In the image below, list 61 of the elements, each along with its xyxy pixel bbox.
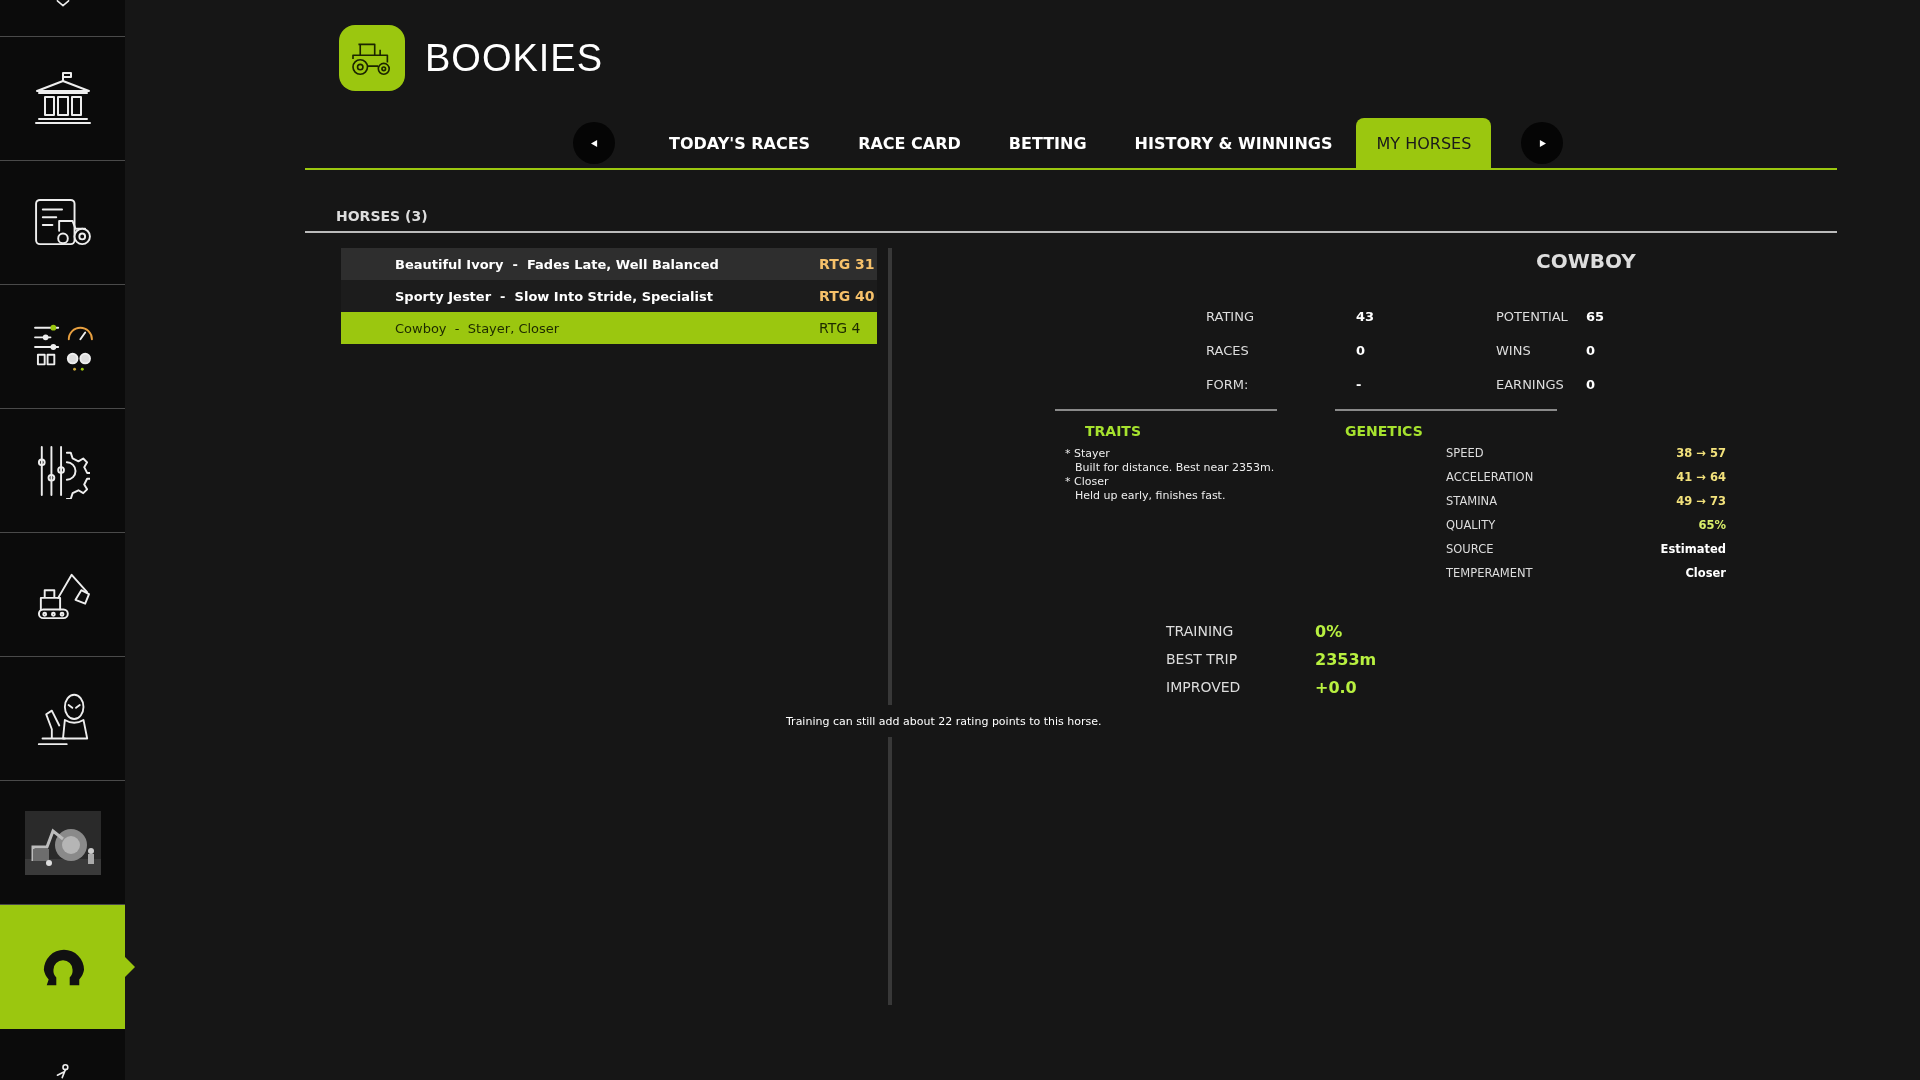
stat-label: POTENTIAL (1496, 307, 1569, 326)
horse-row[interactable]: Beautiful Ivory - Fades Late, Well Balanced RTG 31 (341, 248, 877, 280)
training-value: +0.0 (1315, 676, 1358, 699)
horse-row[interactable]: Cowboy - Stayer, Closer RTG 4 (341, 312, 877, 344)
training-value: 2353m (1315, 648, 1378, 671)
tab[interactable]: TODAY'S RACES (645, 118, 835, 168)
genetics-value: 49 → 73 (1675, 493, 1726, 510)
tractor-document-icon (33, 197, 92, 248)
stat-value: - (1356, 375, 1363, 394)
trait-name: * Stayer (1065, 447, 1111, 461)
genetics-value: Estimated (1659, 541, 1726, 558)
training-note: Training can still add about 22 rating points to this horse. (786, 714, 1102, 728)
training-label: TRAINING (1166, 622, 1235, 641)
horse-rating: RTG 40 (819, 288, 875, 304)
genetics-label: TEMPERAMENT (1446, 565, 1534, 582)
stat-value: 0 (1586, 375, 1597, 394)
stat-label: EARNINGS (1496, 375, 1565, 394)
traits-heading: TRAITS (1085, 423, 1142, 441)
genetics-value: Closer (1684, 565, 1726, 582)
genetics-label: STAMINA (1446, 493, 1499, 510)
stat-value: 0 (1586, 341, 1597, 360)
tab[interactable]: BETTING (984, 118, 1111, 168)
genetics-value: 41 → 64 (1675, 469, 1726, 486)
pointer-icon (125, 957, 135, 977)
trait-name: * Closer (1065, 475, 1110, 489)
page-title: BOOKIES (425, 36, 604, 80)
stat-label: RACES (1206, 341, 1250, 360)
horse-rating: RTG 31 (819, 256, 875, 272)
stat-value: 65 (1586, 307, 1606, 326)
stat-label: RATING (1206, 307, 1255, 326)
genetics-heading: GENETICS (1345, 423, 1424, 441)
stat-label: WINS (1496, 341, 1532, 360)
tab[interactable]: RACE CARD (834, 118, 985, 168)
section-title: HORSES (3) (305, 170, 1837, 233)
horse-name: COWBOY (1535, 248, 1637, 275)
training-value: 0% (1315, 620, 1344, 643)
trait-description: Built for distance. Best near 2353m. (1074, 461, 1276, 475)
tab[interactable]: HISTORY & WINNINGS (1110, 118, 1357, 168)
tab[interactable]: MY HORSES (1356, 118, 1492, 168)
training-label: IMPROVED (1166, 678, 1242, 697)
horse-label: Beautiful Ivory - Fades Late, Well Balanced (395, 256, 719, 272)
training-label: BEST TRIP (1166, 650, 1239, 669)
bank-icon (32, 70, 93, 127)
genetics-value: 65% (1697, 517, 1726, 534)
genetics-label: SOURCE (1446, 541, 1495, 558)
horse-label: Sporty Jester - Slow Into Stride, Specialist (395, 288, 713, 304)
left-triangle-icon (590, 139, 598, 147)
genetics-label: SPEED (1446, 445, 1485, 462)
horse-label: Cowboy - Stayer, Closer (395, 320, 560, 336)
stat-label: FORM: (1206, 375, 1250, 394)
genetics-value: 38 → 57 (1675, 445, 1726, 462)
horse-rating: RTG 4 (819, 320, 861, 336)
tractor-logo-icon (339, 25, 405, 91)
genetics-label: ACCELERATION (1446, 469, 1535, 486)
trait-description: Held up early, finishes fast. (1074, 489, 1227, 503)
stat-value: 43 (1356, 307, 1376, 326)
stat-value: 0 (1356, 341, 1367, 360)
horse-row[interactable]: Sporty Jester - Slow Into Stride, Specialist RTG 40 (341, 280, 877, 312)
genetics-label: QUALITY (1446, 517, 1497, 534)
chevron-down-icon (54, 0, 71, 8)
right-triangle-icon (1538, 139, 1546, 147)
